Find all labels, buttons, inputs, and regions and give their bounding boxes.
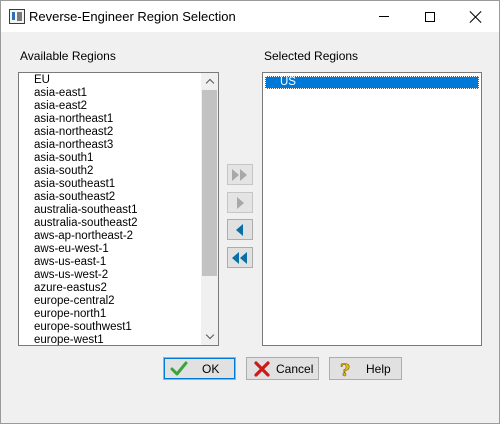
list-item[interactable]: asia-southeast2	[19, 191, 202, 204]
list-item[interactable]: asia-south1	[19, 152, 202, 165]
list-item[interactable]: asia-east1	[19, 87, 202, 100]
list-item[interactable]: asia-south2	[19, 165, 202, 178]
list-item[interactable]: europe-central2	[19, 295, 202, 308]
list-item[interactable]: azure-eastus2	[19, 282, 202, 295]
help-question-icon: ?	[340, 361, 351, 378]
scroll-down-button[interactable]	[201, 328, 218, 345]
cancel-button[interactable]: Cancel	[246, 357, 319, 380]
remove-all-button[interactable]	[227, 247, 253, 268]
app-icon	[9, 9, 25, 24]
selected-regions-list[interactable]: US	[262, 72, 482, 346]
svg-text:?: ?	[340, 361, 350, 378]
scrollbar-thumb[interactable]	[202, 90, 217, 276]
list-item[interactable]: EU	[19, 74, 202, 87]
list-item[interactable]: asia-northeast2	[19, 126, 202, 139]
help-button-label: Help	[366, 362, 391, 376]
cancel-button-label: Cancel	[276, 362, 314, 376]
list-item[interactable]: australia-southeast1	[19, 204, 202, 217]
scroll-up-button[interactable]	[201, 73, 218, 90]
list-item[interactable]: asia-southeast1	[19, 178, 202, 191]
list-item[interactable]: australia-southeast2	[19, 217, 202, 230]
arrow-left-icon	[236, 223, 243, 236]
minimize-icon	[379, 16, 389, 17]
list-item[interactable]: europe-west1	[19, 334, 202, 345]
minimize-button[interactable]	[361, 1, 407, 32]
maximize-button[interactable]	[407, 1, 453, 32]
list-item[interactable]: aws-eu-west-1	[19, 243, 202, 256]
double-arrow-right-icon	[232, 168, 247, 181]
help-button[interactable]: ? Help	[329, 357, 402, 380]
add-button[interactable]	[227, 192, 253, 213]
cancel-x-icon	[254, 361, 270, 377]
list-item-selected[interactable]: US	[265, 76, 479, 89]
list-item[interactable]: asia-east2	[19, 100, 202, 113]
ok-button-label: OK	[202, 362, 220, 376]
chevron-up-icon	[205, 78, 214, 88]
checkmark-icon	[170, 361, 188, 376]
list-item[interactable]: asia-northeast3	[19, 139, 202, 152]
list-item[interactable]: aws-ap-northeast-2	[19, 230, 202, 243]
window-title: Reverse-Engineer Region Selection	[29, 9, 236, 24]
chevron-down-icon	[205, 330, 214, 340]
close-button[interactable]	[453, 1, 499, 32]
ok-button[interactable]: OK	[163, 357, 236, 380]
available-regions-label: Available Regions	[20, 49, 116, 63]
available-regions-list[interactable]: EU asia-east1 asia-east2 asia-northeast1…	[18, 72, 219, 346]
double-arrow-left-icon	[232, 251, 247, 264]
list-item[interactable]: aws-us-west-2	[19, 269, 202, 282]
title-bar[interactable]: Reverse-Engineer Region Selection	[1, 1, 499, 32]
list-item[interactable]: asia-northeast1	[19, 113, 202, 126]
list-item[interactable]: aws-us-east-1	[19, 256, 202, 269]
close-icon	[469, 10, 483, 24]
arrow-right-icon	[237, 196, 244, 209]
maximize-icon	[425, 11, 435, 22]
list-item[interactable]: europe-north1	[19, 308, 202, 321]
selected-regions-label: Selected Regions	[264, 49, 359, 63]
dialog-window: Reverse-Engineer Region Selection Availa…	[0, 0, 500, 424]
remove-button[interactable]	[227, 219, 253, 240]
list-item[interactable]: europe-southwest1	[19, 321, 202, 334]
add-all-button[interactable]	[227, 164, 253, 185]
vertical-scrollbar[interactable]	[201, 73, 218, 345]
